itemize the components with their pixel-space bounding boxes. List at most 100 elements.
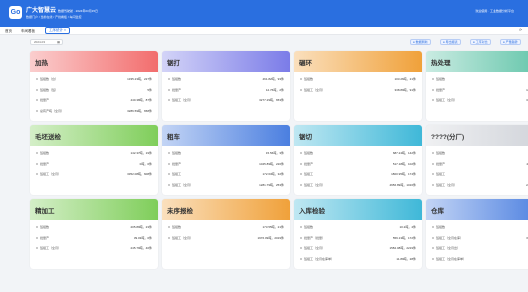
export-report-button[interactable]: ● 导出报表 [440,39,461,45]
process-card[interactable]: 锯切 班组数 687.24吨，142件 批量产 517.18吨，102件 班组工 1800.… [294,125,422,195]
toolbar: 2024-03 ▦ ● 数据刷新 ● 导出报表 ● 工序对比 ● 产量趋势 [0,36,528,48]
card-metric-row: 班组工（全月） 4656.89吨，1016件 [300,183,416,188]
process-card[interactable]: 精加工 班组数 205.89吨，23件 批量产 39.03吨，0件 班组工（全月） 245.… [30,199,158,269]
metric-label: 班组工（全月） [304,246,326,250]
bullet-icon [300,162,302,165]
bullet-icon [36,173,38,176]
bullet-icon [36,109,38,112]
metric-value: 12.76吨，2件 [265,87,284,92]
metric-value: 205.89吨，23件 [130,225,152,229]
header-user-info[interactable]: 欢迎使用 · 工业数据分析平台 [475,9,514,13]
bullet-icon [432,236,434,239]
refresh-data-button[interactable]: ● 数据刷新 [410,39,431,45]
bullet-icon [300,247,302,250]
bullet-icon [432,162,434,165]
brand-version: 数据驾驶舱 · 2024年03月15日 [58,9,99,13]
card-metric-row: 批量产1005.55吨 [432,88,528,93]
card-title: ????(分厂) [431,134,465,141]
bullet-icon [300,236,302,239]
metric-value: 173.55吨，21件 [262,225,284,229]
card-metric-row: 班组工（全月在库）3953.97吨 [432,236,528,241]
bullet-icon [300,173,302,176]
bullet-icon [300,78,302,81]
bullet-icon [432,152,434,155]
process-card[interactable]: 仓库班组数17.5吨班组工（全月在库）3953.97吨班组工（全月出）205.8… [426,199,528,269]
metric-value: 1281.79吨，253件 [259,182,284,187]
process-card[interactable]: 加热 班组数（台） 1335.23吨，227件 班组数（班） 5件 批量产 440.38吨，… [30,51,158,121]
metric-value: 3277.29吨，653件 [259,98,284,102]
bullet-icon [432,257,434,260]
metric-label: 班组数（班） [40,87,59,92]
card-metric-row: 班组工 1800.95吨，174件 [300,172,416,177]
metric-label: 班组工（全月） [304,87,326,92]
metric-value: 5件 [147,87,152,92]
bullet-icon [168,226,170,229]
bullet-icon [432,226,434,229]
bullet-icon [36,236,38,239]
process-card[interactable]: 粗车 班组数 15.56吨，3件 批量产 1045.89吨，220件 班组工 172.63吨… [162,125,290,195]
card-metric-row: 批量产 517.18吨，102件 [300,162,416,167]
refresh-icon[interactable]: ⟳ [519,28,522,32]
card-metric-row: 批量产 12.76吨，2件 [168,88,284,93]
bullet-icon [36,226,38,229]
metric-label: 批量产 [172,87,182,92]
metric-value: 245.79吨，40件 [130,246,152,250]
bullet-icon [36,247,38,250]
tab-process-stats[interactable]: 工序统计 × [45,27,71,34]
bullet-icon [432,183,434,186]
process-card[interactable]: 碾环 班组数 103.26吨，21件 班组工（全月） 338.89吨，91件 [294,51,422,121]
metric-value: 517.18吨，102件 [392,161,416,166]
card-metric-row: 班组工（全月） 3352.08吨，608件 [36,172,152,177]
card-title: 仓库 [431,208,444,215]
card-metric-row: 班组工（全月在库单） 11.89吨，28件 [300,257,416,262]
metric-value: 3352.08吨，608件 [127,172,152,176]
calendar-icon: ▦ [57,40,60,44]
metric-value: 440.38吨，87件 [130,98,152,102]
bullet-icon [168,162,170,165]
process-card[interactable]: ????(分厂)班组数325.47吨批量产4114.53吨班组工320.39吨班… [426,125,528,195]
process-card[interactable]: 入库检验 班组数 10.2吨，4件 批量产（批量） 559.13吨，172件 班组工（全月… [294,199,422,269]
card-title: 热处理 [431,60,451,67]
process-card[interactable]: 未序报检 班组数 173.55吨，21件 班组工（全月） 1976.09吨，2019件 [162,199,290,269]
metric-label: 班组数 [40,151,50,155]
card-metric-row: 班组数 10.2吨，4件 [300,225,416,230]
metric-label: 批量产 [436,161,446,166]
metric-value: 10.2吨，4件 [399,225,416,229]
date-picker[interactable]: 2024-03 ▦ [30,39,63,45]
card-title: 入库检验 [299,208,325,215]
bullet-icon [300,183,302,186]
metric-value: 461.82吨，93件 [262,77,284,81]
process-card[interactable]: 锯打 班组数 461.82吨，93件 批量产 12.76吨，2件 班组工（全月） 3277.… [162,51,290,121]
app-header: Go 广大智慧云 数据驾驶舱 · 2024年03月15日 数据门户 / 当前在线 … [0,0,528,27]
card-title: 碾环 [299,60,312,67]
metric-value: 1582.08吨，2219件 [389,246,416,250]
bullet-icon [36,162,38,165]
process-card[interactable]: 毛坯送检 班组数 142.37吨，19件 批量产 0吨，0件 班组工（全月） 3352.08… [30,125,158,195]
metric-label: 班组数 [304,77,314,81]
metric-label: 批量产 [40,98,50,102]
metric-label: 班组工（全月在库单） [304,256,335,261]
tab-workshop[interactable]: 车间看板 [21,28,35,34]
tab-home[interactable]: 首页 [5,28,12,34]
card-header [294,51,422,72]
card-header [162,51,290,72]
card-metric-row: 班组工（全月在库单）11.89吨 [432,257,528,262]
card-title: 毛坯送检 [35,134,61,141]
card-metric-row: 班组数 142.37吨，19件 [36,151,152,156]
trend-button[interactable]: ● 产量趋势 [500,39,521,45]
card-metric-row: 班组工（全月） 1582.08吨，2219件 [300,246,416,251]
metric-label: 班组数 [172,225,182,229]
bullet-icon [300,257,302,260]
compare-process-button[interactable]: ● 工序对比 [470,39,491,45]
card-metric-row: 批量产 1045.89吨，220件 [168,162,284,167]
process-card[interactable]: 热处理班组数205.89吨批量产1005.55吨班组工（全月）3155.29吨 [426,51,528,121]
metric-label: 批量产 [40,235,50,240]
bullet-icon [36,99,38,102]
card-title: 精加工 [35,208,55,215]
bullet-icon [432,173,434,176]
app-logo[interactable]: Go [9,6,22,19]
brand-name: 广大智慧云 [26,8,57,14]
metric-label: 批量产 [40,161,50,166]
card-metric-row: 班组工（全月） 3277.29吨，653件 [168,98,284,103]
card-metric-row: 班组数17.5吨 [432,225,528,230]
